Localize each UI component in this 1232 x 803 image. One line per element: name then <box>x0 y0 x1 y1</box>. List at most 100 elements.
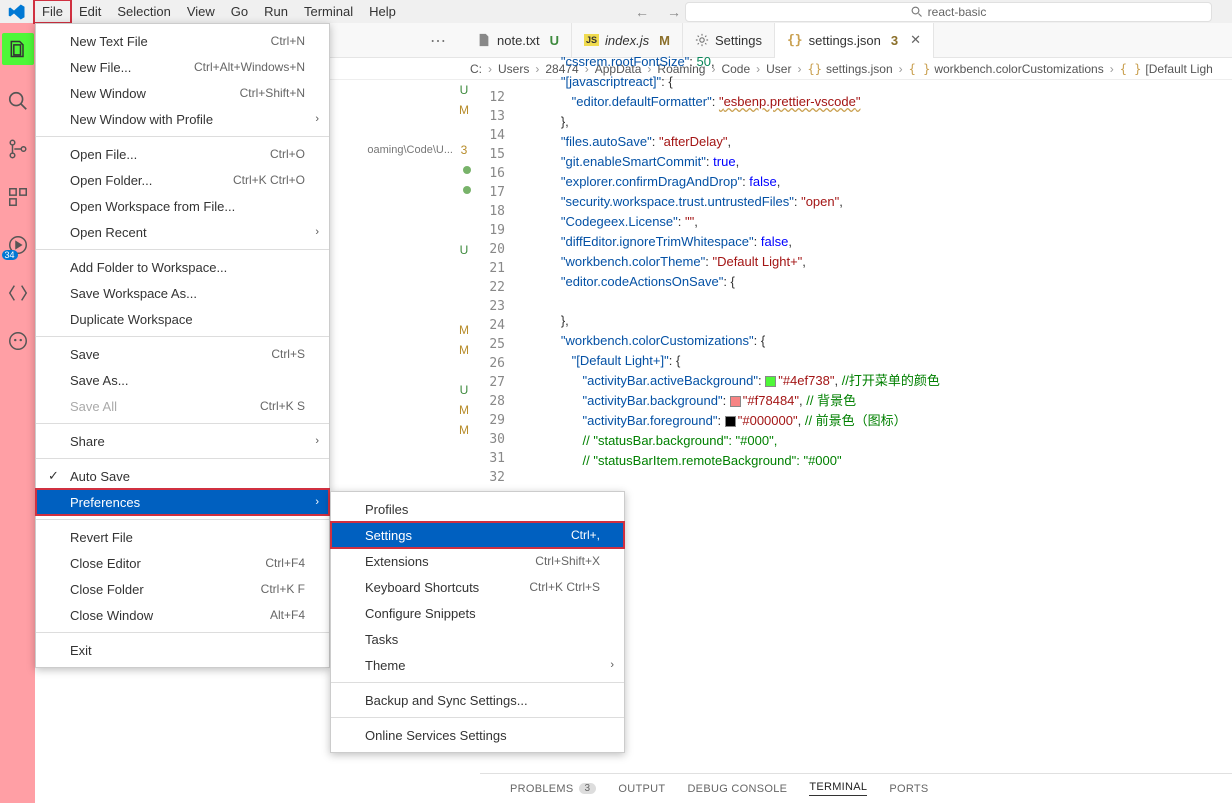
menu-item-new-file[interactable]: New File...Ctrl+Alt+Windows+N <box>36 54 329 80</box>
panel-tab-ports[interactable]: PORTS <box>889 783 928 795</box>
menu-item-open-file[interactable]: Open File...Ctrl+O <box>36 141 329 167</box>
chevron-right-icon: › <box>315 496 319 508</box>
menu-item-close-folder[interactable]: Close FolderCtrl+K F <box>36 576 329 602</box>
nav-forward-icon[interactable]: → <box>667 4 681 20</box>
activity-copilot-icon[interactable] <box>6 329 30 353</box>
panel-tab-debug-console[interactable]: DEBUG CONSOLE <box>687 783 787 795</box>
breadcrumb-item[interactable]: C: <box>470 62 482 76</box>
menu-item-label: Add Folder to Workspace... <box>70 260 227 275</box>
menu-item-label: Open Recent <box>70 225 147 240</box>
menu-item-configure-snippets[interactable]: Configure Snippets <box>331 600 624 626</box>
menu-item-open-folder[interactable]: Open Folder...Ctrl+K Ctrl+O <box>36 167 329 193</box>
menu-run[interactable]: Run <box>256 0 296 23</box>
menu-item-online-services-settings[interactable]: Online Services Settings <box>331 722 624 748</box>
menu-shortcut: Ctrl+N <box>271 34 305 48</box>
file-icon <box>477 33 491 47</box>
menu-item-label: Close Window <box>70 608 153 623</box>
menu-item-backup-and-sync-settings[interactable]: Backup and Sync Settings... <box>331 687 624 713</box>
menu-shortcut: Alt+F4 <box>270 608 305 622</box>
menu-selection[interactable]: Selection <box>109 0 178 23</box>
menu-item-save[interactable]: SaveCtrl+S <box>36 341 329 367</box>
menu-item-label: Open Folder... <box>70 173 152 188</box>
line-number: 31 <box>475 451 505 470</box>
activity-source-control-icon[interactable] <box>6 137 30 161</box>
menu-item-duplicate-workspace[interactable]: Duplicate Workspace <box>36 306 329 332</box>
line-number: 32 <box>475 470 505 489</box>
menu-separator <box>36 423 329 424</box>
menu-item-new-window[interactable]: New WindowCtrl+Shift+N <box>36 80 329 106</box>
line-number: 18 <box>475 204 505 223</box>
panel-tab-terminal[interactable]: TERMINAL <box>809 781 867 796</box>
menu-file[interactable]: File <box>34 0 71 23</box>
menu-item-close-window[interactable]: Close Window Alt+F4 <box>36 602 329 628</box>
menu-separator <box>36 136 329 137</box>
menu-item-auto-save[interactable]: ✓Auto Save <box>36 463 329 489</box>
activity-custom-icon[interactable] <box>6 281 30 305</box>
panel-tabs: PROBLEMS 3 OUTPUT DEBUG CONSOLE TERMINAL… <box>480 773 1232 803</box>
menu-item-theme[interactable]: Theme› <box>331 652 624 678</box>
line-number: 22 <box>475 280 505 299</box>
command-center[interactable]: react-basic <box>685 2 1212 22</box>
line-number: 12 <box>475 90 505 109</box>
menu-item-label: Close Folder <box>70 582 144 597</box>
activity-explorer-icon[interactable] <box>2 33 34 65</box>
menu-item-tasks[interactable]: Tasks <box>331 626 624 652</box>
menu-item-open-recent[interactable]: Open Recent› <box>36 219 329 245</box>
breadcrumb-item[interactable]: Users <box>498 62 529 76</box>
menu-item-label: Share <box>70 434 105 449</box>
line-number: 20 <box>475 242 505 261</box>
menu-item-save-workspace-as[interactable]: Save Workspace As... <box>36 280 329 306</box>
menu-shortcut: Ctrl+Shift+N <box>240 86 305 100</box>
panel-tab-problems[interactable]: PROBLEMS 3 <box>510 783 596 795</box>
menu-separator <box>36 249 329 250</box>
menu-item-share[interactable]: Share› <box>36 428 329 454</box>
menu-item-new-text-file[interactable]: New Text FileCtrl+N <box>36 28 329 54</box>
menu-edit[interactable]: Edit <box>71 0 109 23</box>
menu-item-label: Profiles <box>365 502 408 517</box>
menu-terminal[interactable]: Terminal <box>296 0 361 23</box>
menu-item-save-all: Save AllCtrl+K S <box>36 393 329 419</box>
file-menu-dropdown: New Text FileCtrl+NNew File...Ctrl+Alt+W… <box>35 23 330 668</box>
command-center-text: react-basic <box>928 5 987 19</box>
nav-back-icon[interactable]: ← <box>635 4 649 20</box>
menu-item-new-window-with-profile[interactable]: New Window with Profile› <box>36 106 329 132</box>
line-number: 29 <box>475 413 505 432</box>
menu-item-label: New File... <box>70 60 131 75</box>
vscode-logo-icon <box>8 3 26 21</box>
tab-overflow-icon[interactable]: ⋯ <box>430 31 447 51</box>
menu-shortcut: Ctrl+K Ctrl+S <box>529 580 600 594</box>
menu-item-settings[interactable]: SettingsCtrl+, <box>331 522 624 548</box>
menu-item-close-editor[interactable]: Close EditorCtrl+F4 <box>36 550 329 576</box>
line-number: 14 <box>475 128 505 147</box>
menu-item-revert-file[interactable]: Revert File <box>36 524 329 550</box>
menu-go[interactable]: Go <box>223 0 256 23</box>
menu-item-exit[interactable]: Exit <box>36 637 329 663</box>
menu-item-preferences[interactable]: Preferences› <box>36 489 329 515</box>
menu-separator <box>36 519 329 520</box>
line-number: 16 <box>475 166 505 185</box>
titlebar: File Edit Selection View Go Run Terminal… <box>0 0 1232 23</box>
menu-item-label: Revert File <box>70 530 133 545</box>
menu-help[interactable]: Help <box>361 0 404 23</box>
menu-view[interactable]: View <box>179 0 223 23</box>
activity-run-debug-icon[interactable] <box>6 233 30 257</box>
menu-item-open-workspace-from-file[interactable]: Open Workspace from File... <box>36 193 329 219</box>
activity-search-icon[interactable] <box>6 89 30 113</box>
code-content[interactable]: "cssrem.rootFontSize": 50, "[javascriptr… <box>550 80 1232 490</box>
menu-item-label: Settings <box>365 528 412 543</box>
panel-tab-output[interactable]: OUTPUT <box>618 783 665 795</box>
line-number: 27 <box>475 375 505 394</box>
menu-item-label: Close Editor <box>70 556 141 571</box>
menu-separator <box>36 336 329 337</box>
menu-item-keyboard-shortcuts[interactable]: Keyboard ShortcutsCtrl+K Ctrl+S <box>331 574 624 600</box>
activity-extensions-icon[interactable] <box>6 185 30 209</box>
menu-shortcut: Ctrl+Shift+X <box>535 554 600 568</box>
line-number: 17 <box>475 185 505 204</box>
menu-item-extensions[interactable]: ExtensionsCtrl+Shift+X <box>331 548 624 574</box>
chevron-right-icon: › <box>610 659 614 671</box>
line-number: 25 <box>475 337 505 356</box>
menu-item-profiles[interactable]: Profiles <box>331 496 624 522</box>
menu-item-save-as[interactable]: Save As... <box>36 367 329 393</box>
problems-badge: 3 <box>579 783 597 794</box>
menu-item-add-folder-to-workspace[interactable]: Add Folder to Workspace... <box>36 254 329 280</box>
